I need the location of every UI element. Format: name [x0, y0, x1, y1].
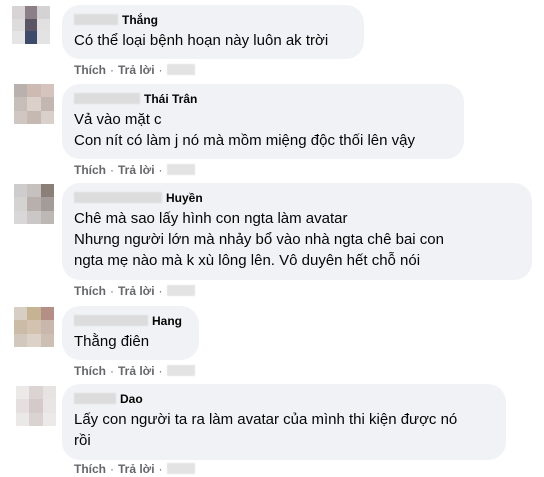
separator: · — [158, 163, 163, 177]
redacted-name — [74, 393, 116, 404]
comment-actions: Thích · Trả lời · — [74, 364, 195, 378]
commenter-name-row[interactable]: Thái Trân — [74, 92, 452, 107]
like-link[interactable]: Thích — [74, 163, 106, 177]
avatar[interactable] — [14, 184, 54, 224]
separator: · — [110, 462, 114, 476]
separator: · — [158, 284, 163, 298]
comment-text: Có thể loại bệnh hoạn này luôn ak trời — [74, 30, 352, 51]
separator: · — [158, 462, 163, 476]
comment-actions: Thích · Trả lời · — [74, 63, 195, 77]
separator: · — [158, 364, 163, 378]
redacted-timestamp[interactable] — [166, 463, 195, 474]
redacted-name — [74, 14, 118, 25]
comment-line: Vả vào mặt c — [74, 111, 162, 128]
commenter-name-row[interactable]: Huyền — [74, 191, 520, 206]
avatar[interactable] — [14, 307, 54, 347]
redacted-name — [74, 93, 140, 104]
comment-bubble: Hang Thằng điên — [62, 306, 199, 360]
comment-line: Nhưng người lớn mà nhảy bổ vào nhà ngta … — [74, 231, 444, 248]
like-link[interactable]: Thích — [74, 63, 106, 77]
comment-text: Vả vào mặt c Con nít có làm j nó mà mồm … — [74, 109, 452, 151]
reply-link[interactable]: Trả lời — [118, 63, 155, 77]
reply-link[interactable]: Trả lời — [118, 284, 155, 298]
comment-actions: Thích · Trả lời · — [74, 462, 195, 476]
comment-line: Thằng điên — [74, 333, 150, 350]
comment-line: Con nít có làm j nó mà mồm miệng độc thố… — [74, 132, 415, 149]
comment-line: Lấy con người ta ra làm avatar của mình … — [74, 411, 458, 428]
comment-bubble: Thắng Có thể loại bệnh hoạn này luôn ak … — [62, 5, 364, 59]
reply-link[interactable]: Trả lời — [118, 364, 155, 378]
comment-actions: Thích · Trả lời · — [74, 284, 195, 298]
redacted-name — [74, 192, 162, 203]
comment-bubble: Huyền Chê mà sao lấy hình con ngta làm a… — [62, 183, 532, 280]
commenter-name-row[interactable]: Hang — [74, 314, 187, 329]
separator: · — [110, 163, 114, 177]
like-link[interactable]: Thích — [74, 462, 106, 476]
comment-text: Chê mà sao lấy hình con ngta làm avatar … — [74, 208, 520, 271]
redacted-timestamp[interactable] — [166, 365, 195, 376]
reply-link[interactable]: Trả lời — [118, 462, 155, 476]
commenter-name[interactable]: Huyền — [166, 191, 203, 205]
comment-text: Thằng điên — [74, 331, 187, 352]
redacted-timestamp[interactable] — [166, 285, 195, 296]
comment-bubble: Thái Trân Vả vào mặt c Con nít có làm j … — [62, 84, 464, 159]
comment-line: ngta mẹ nào mà k xù lông lên. Vô duyên h… — [74, 252, 421, 269]
redacted-timestamp[interactable] — [166, 64, 195, 75]
comment-line: Có thể loại bệnh hoạn này luôn ak trời — [74, 32, 329, 49]
avatar[interactable] — [16, 386, 56, 426]
comment-line: rồi — [74, 432, 91, 449]
commenter-name[interactable]: Thắng — [122, 13, 158, 27]
comment-text: Lấy con người ta ra làm avatar của mình … — [74, 409, 494, 451]
comment-actions: Thích · Trả lời · — [74, 163, 195, 177]
comment-bubble: Dao Lấy con người ta ra làm avatar của m… — [62, 384, 506, 460]
commenter-name[interactable]: Dao — [120, 392, 143, 406]
commenter-name[interactable]: Hang — [152, 314, 182, 328]
avatar[interactable] — [14, 84, 54, 124]
separator: · — [110, 63, 114, 77]
like-link[interactable]: Thích — [74, 364, 106, 378]
avatar[interactable] — [12, 6, 50, 44]
commenter-name-row[interactable]: Thắng — [74, 13, 352, 28]
redacted-name — [74, 315, 148, 326]
separator: · — [158, 63, 163, 77]
separator: · — [110, 364, 114, 378]
separator: · — [110, 284, 114, 298]
like-link[interactable]: Thích — [74, 284, 106, 298]
commenter-name[interactable]: Thái Trân — [144, 92, 197, 106]
comment-line: Chê mà sao lấy hình con ngta làm avatar — [74, 210, 348, 227]
commenter-name-row[interactable]: Dao — [74, 392, 494, 407]
reply-link[interactable]: Trả lời — [118, 163, 155, 177]
redacted-timestamp[interactable] — [166, 164, 195, 175]
